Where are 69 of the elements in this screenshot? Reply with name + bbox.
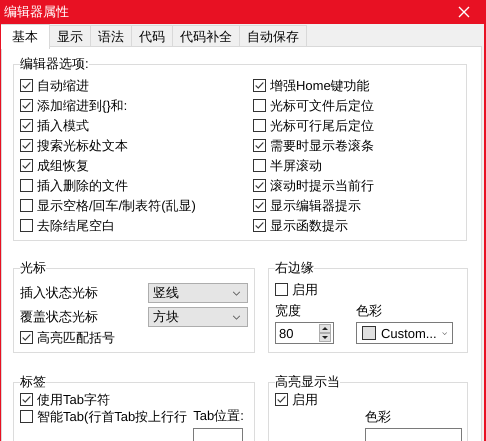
chevron-icon: [442, 330, 447, 336]
dropdown[interactable]: 方块: [148, 307, 248, 327]
checkbox[interactable]: [20, 393, 33, 406]
tab[interactable]: 代码: [131, 25, 173, 46]
checkbox-label: 半屏滚动: [270, 156, 322, 174]
field-label: 覆盖状态光标: [20, 308, 98, 326]
checkbox[interactable]: [253, 139, 266, 152]
group-title: 光标: [20, 259, 46, 277]
checkbox-label: 增强Home键功能: [270, 76, 370, 94]
checkbox-label: 需要时显示卷滚条: [270, 136, 374, 154]
window-title: 编辑器属性: [4, 3, 69, 21]
checkbox-label: 光标可文件后定位: [270, 96, 374, 114]
checkbox-label: 自动缩进: [37, 76, 89, 94]
checkbox[interactable]: [20, 410, 33, 423]
group-title: 标签: [20, 373, 46, 391]
checkbox[interactable]: [20, 139, 33, 152]
checkbox-label: 去除结尾空白: [37, 216, 115, 234]
close-icon[interactable]: [458, 6, 470, 18]
field-label: 色彩: [365, 408, 392, 426]
group-title: 高亮显示当: [275, 373, 340, 391]
checkbox-label: 使用Tab字符: [37, 390, 110, 408]
checkbox[interactable]: [275, 393, 288, 406]
group-title: 右边缘: [275, 259, 314, 277]
tab[interactable]: 基本: [1, 24, 50, 49]
field-label: 插入状态光标: [20, 284, 98, 302]
checkbox[interactable]: [253, 159, 266, 172]
checkbox[interactable]: [275, 283, 288, 296]
tab[interactable]: 语法: [90, 25, 132, 46]
checkbox-label: 搜索光标处文本: [37, 136, 128, 154]
checkbox-label: 启用: [292, 390, 318, 408]
checkbox-label: 添加缩进到{}和:: [37, 96, 128, 114]
checkbox[interactable]: [253, 179, 266, 192]
color-dropdown[interactable]: Custom...: [356, 322, 453, 344]
group-title: 编辑器选项:: [20, 55, 89, 73]
tab[interactable]: 显示: [49, 25, 91, 46]
checkbox-label: 高亮匹配括号: [37, 328, 115, 346]
field-label: 宽度: [275, 302, 302, 320]
checkbox[interactable]: [20, 119, 33, 132]
checkbox[interactable]: [20, 179, 33, 192]
checkbox-label: 显示编辑器提示: [270, 196, 361, 214]
dropdown[interactable]: 竖线: [148, 283, 248, 303]
checkbox-label: 成组恢复: [37, 156, 89, 174]
field-label: Tab位置:: [193, 407, 244, 425]
spinner-arrows-icon[interactable]: [319, 324, 331, 342]
checkbox[interactable]: [253, 79, 266, 92]
checkbox-label: 滚动时提示当前行: [270, 176, 374, 194]
chevron-icon: [232, 314, 241, 320]
checkbox[interactable]: [20, 219, 33, 232]
checkbox[interactable]: [20, 79, 33, 92]
checkbox[interactable]: [253, 99, 266, 112]
checkbox[interactable]: [20, 159, 33, 172]
checkbox-label: 启用: [292, 280, 318, 298]
checkbox-label: 插入删除的文件: [37, 176, 128, 194]
checkbox-label: 插入模式: [37, 116, 89, 134]
checkbox[interactable]: [253, 119, 266, 132]
checkbox[interactable]: [253, 219, 266, 232]
checkbox-label: 智能Tab(行首Tab按上行行: [37, 408, 188, 426]
checkbox-label: 显示空格/回车/制表符(乱显): [37, 196, 196, 214]
number-spinner[interactable]: 80: [275, 322, 334, 344]
checkbox[interactable]: [20, 99, 33, 112]
checkbox[interactable]: [20, 331, 33, 344]
tab[interactable]: 代码补全: [172, 25, 240, 46]
checkbox-label: 显示函数提示: [270, 216, 348, 234]
checkbox-label: 光标可行尾后定位: [270, 116, 374, 134]
field-label: 色彩: [356, 302, 383, 320]
checkbox[interactable]: [20, 199, 33, 212]
chevron-icon: [232, 290, 241, 296]
tab[interactable]: 自动保存: [239, 25, 307, 46]
checkbox[interactable]: [253, 199, 266, 212]
